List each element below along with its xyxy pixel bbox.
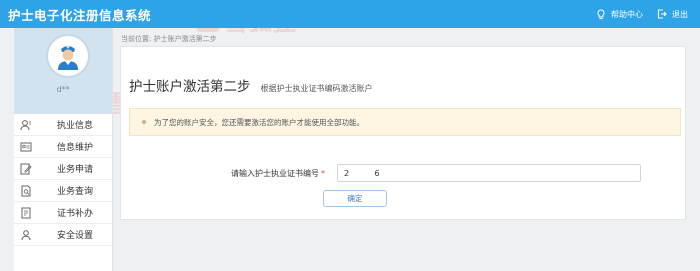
lightbulb-icon — [597, 8, 605, 19]
bullet-dot-icon — [142, 120, 146, 124]
user-profile-icon — [20, 120, 31, 131]
required-mark: * — [321, 168, 325, 178]
page-title: 护士账户激活第二步 — [129, 79, 251, 95]
edit-form-icon — [20, 163, 32, 175]
help-center-button[interactable]: 帮助中心 — [596, 8, 643, 20]
confirm-button[interactable]: 确定 — [323, 190, 387, 207]
sidebar-item-label: 业务申请 — [57, 165, 94, 175]
username: d** — [56, 85, 70, 94]
sidebar-item-security-settings[interactable]: 安全设置 — [14, 224, 112, 246]
main-card: 护士账户激活第二步 根据护士执业证书编码激活账户 为了您的账户安全，您还需要激活… — [120, 46, 686, 220]
breadcrumb: 当前位置: 护士账户激活第二步 — [121, 35, 217, 43]
top-bar: 护士电子化注册信息系统 帮助中心 退出 — [0, 0, 700, 28]
cert-number-label-text: 请输入护士执业证书编号 — [231, 168, 319, 178]
id-card-icon — [20, 142, 32, 152]
sidebar-item-label: 执业信息 — [57, 121, 94, 131]
sidebar-nav: 执业信息 信息维护 业务申请 业务查询 证书补办 安全设置 — [14, 114, 112, 246]
cert-number-input[interactable] — [337, 164, 641, 182]
sidebar-item-business-query[interactable]: 业务查询 — [14, 180, 112, 202]
profile-panel: d** — [14, 28, 112, 114]
logout-button[interactable]: 退出 — [657, 9, 688, 20]
sidebar-item-business-application[interactable]: 业务申请 — [14, 158, 112, 180]
nurse-avatar-icon — [58, 45, 78, 70]
sidebar-item-label: 安全设置 — [57, 231, 94, 241]
sidebar-item-certificate-reissue[interactable]: 证书补办 — [14, 202, 112, 224]
certificate-icon — [21, 207, 31, 219]
avatar[interactable] — [48, 36, 88, 76]
sidebar-item-practice-info[interactable]: 执业信息 — [14, 114, 112, 136]
shield-user-icon — [21, 230, 31, 241]
sidebar: d** 执业信息 信息维护 业务申请 业务查询 证书补办 安全设置 — [14, 28, 113, 271]
logout-label: 退出 — [672, 9, 688, 19]
notice-text: 为了您的账户安全，您还需要激活您的账户才能使用全部功能。 — [154, 117, 364, 127]
sidebar-item-label: 证书补办 — [57, 209, 94, 219]
notice-banner: 为了您的账户安全，您还需要激活您的账户才能使用全部功能。 — [129, 108, 681, 136]
logout-icon — [657, 9, 667, 19]
cert-number-label: 请输入护士执业证书编号 * — [207, 168, 325, 179]
app-title: 护士电子化注册信息系统 — [8, 7, 152, 23]
search-doc-icon — [21, 185, 31, 197]
cert-number-row: 请输入护士执业证书编号 * — [207, 164, 641, 182]
card-header: 护士账户激活第二步 根据护士执业证书编码激活账户 — [129, 75, 373, 95]
help-center-label: 帮助中心 — [611, 9, 643, 19]
page-subtitle: 根据护士执业证书编码激活账户 — [260, 84, 373, 93]
sidebar-item-label: 业务查询 — [57, 187, 94, 197]
sidebar-item-info-maintenance[interactable]: 信息维护 — [14, 136, 112, 158]
sidebar-item-label: 信息维护 — [57, 143, 94, 153]
top-actions: 帮助中心 退出 — [582, 8, 700, 20]
